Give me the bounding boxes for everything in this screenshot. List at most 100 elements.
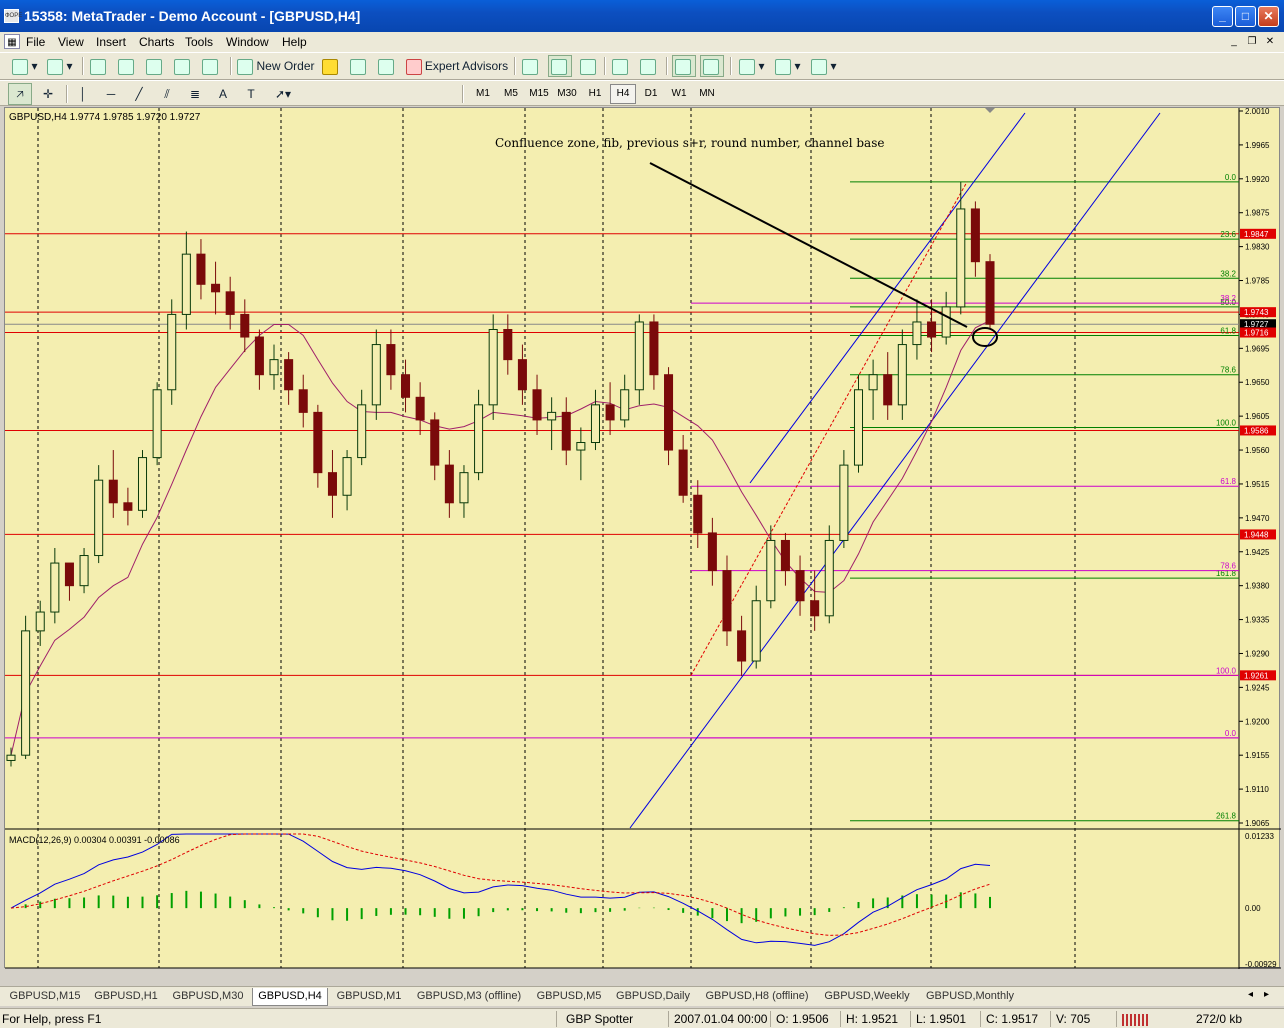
child-window-icon[interactable]: ▦ <box>4 34 20 49</box>
main-plot-area[interactable] <box>5 108 1239 828</box>
timeframe-d1-button[interactable]: D1 <box>638 84 664 104</box>
crosshair-button[interactable]: ✛ <box>36 83 60 105</box>
zoom-out-button[interactable] <box>638 55 660 77</box>
fibonacci-button[interactable]: ≣ <box>184 83 206 105</box>
price-tick-label: 1.9065 <box>1245 819 1270 828</box>
mdi-restore-icon[interactable]: ❐ <box>1244 34 1260 49</box>
menu-help[interactable]: Help <box>282 35 307 49</box>
candle-body <box>269 359 279 376</box>
chart-window[interactable]: 0.0 23.6 38.2 50.0 61.8 78.6 100.0 161.8 261.8 0.… <box>4 107 1281 969</box>
text-label-button[interactable]: T <box>240 83 262 105</box>
zoom-out-icon <box>639 58 656 75</box>
timeframe-m1-button[interactable]: M1 <box>470 84 496 104</box>
crosshair-move-icon <box>117 58 134 75</box>
title-bar[interactable]: ФОРЕ 15358: MetaTrader - Demo Account - … <box>0 0 1284 32</box>
tab-scroll-right-icon[interactable]: ▸ <box>1264 989 1269 1000</box>
chart-tab[interactable]: GBPUSD,Weekly <box>818 988 916 1006</box>
fib-label-green: 261.8 <box>1216 812 1237 821</box>
timeframe-w1-button[interactable]: W1 <box>666 84 692 104</box>
candle-body <box>824 539 834 617</box>
indicators-button[interactable]: ▾ <box>736 55 768 77</box>
timeframe-m15-button[interactable]: M15 <box>526 84 552 104</box>
status-divider <box>556 1011 557 1027</box>
line-chart-button[interactable] <box>578 55 600 77</box>
chart-tab[interactable]: GBPUSD,Monthly <box>918 988 1022 1006</box>
tester-button[interactable] <box>200 55 222 77</box>
cursor-button[interactable]: 🡥 <box>8 83 32 105</box>
auto-scroll-button[interactable] <box>672 55 696 77</box>
macd-plot-area[interactable] <box>5 830 1239 968</box>
menu-file[interactable]: File <box>26 35 45 49</box>
chart-tab[interactable]: GBPUSD,M1 <box>330 988 408 1006</box>
text-button[interactable]: A <box>212 83 234 105</box>
bar-chart-button[interactable] <box>520 55 542 77</box>
zoom-in-icon <box>611 58 628 75</box>
periods-button[interactable]: ▾ <box>772 55 804 77</box>
tab-scroll-left-icon[interactable]: ◂ <box>1248 989 1253 1000</box>
chart-tab[interactable]: GBPUSD,H1 <box>88 988 164 1006</box>
candle-body <box>970 208 980 263</box>
history-button[interactable] <box>348 55 370 77</box>
price-label-text: 1.9847 <box>1244 230 1269 239</box>
chart-tab[interactable]: GBPUSD,H4 <box>252 988 328 1006</box>
vertical-line-button[interactable]: │ <box>72 83 94 105</box>
price-tick-label: 1.9245 <box>1245 683 1270 692</box>
metatrader-window: ФОРЕ 15358: MetaTrader - Demo Account - … <box>0 0 1284 1028</box>
candle-body <box>722 570 732 632</box>
timeframe-mn-button[interactable]: MN <box>694 84 720 104</box>
timeframe-h1-button[interactable]: H1 <box>582 84 608 104</box>
arrows-button[interactable]: ➚▾ <box>268 83 298 105</box>
status-close: C: 1.9517 <box>986 1012 1039 1026</box>
candle-body <box>810 600 820 617</box>
macd-tick-label: -0.00929 <box>1245 960 1277 969</box>
new-chart-button[interactable]: ▾ <box>8 55 42 77</box>
horizontal-line-button[interactable]: ─ <box>100 83 122 105</box>
price-chart[interactable]: 0.023.638.250.061.878.6100.0161.8261.80.… <box>5 108 1281 969</box>
candle-body <box>590 404 600 444</box>
alerts-button[interactable] <box>320 55 342 77</box>
minimize-button[interactable]: _ <box>1212 6 1233 27</box>
terminal-button[interactable] <box>172 55 194 77</box>
zoom-in-button[interactable] <box>610 55 632 77</box>
chart-tab[interactable]: GBPUSD,Daily <box>610 988 696 1006</box>
menu-charts[interactable]: Charts <box>139 35 174 49</box>
chart-shift-icon <box>702 58 719 75</box>
candlestick-button[interactable] <box>548 55 572 77</box>
market-watch-button[interactable] <box>88 55 110 77</box>
close-button[interactable]: ✕ <box>1258 6 1279 27</box>
chart-tab[interactable]: GBPUSD,M5 <box>530 988 608 1006</box>
chart-tab[interactable]: GBPUSD,H8 (offline) <box>698 988 816 1006</box>
users-button[interactable] <box>376 55 398 77</box>
favorites-button[interactable] <box>144 55 166 77</box>
window-title: 15358: MetaTrader - Demo Account - [GBPU… <box>24 8 361 24</box>
candle-body <box>547 411 557 421</box>
expert-advisors-button[interactable]: Expert Advisors <box>404 55 510 77</box>
status-datetime: 2007.01.04 00:00 <box>674 1012 768 1026</box>
trendline-button[interactable]: ╱ <box>128 83 150 105</box>
status-low: L: 1.9501 <box>916 1012 967 1026</box>
equidistant-channel-button[interactable]: ⫽ <box>156 83 178 105</box>
toolbar-separator <box>514 57 516 75</box>
mdi-close-icon[interactable]: ✕ <box>1262 34 1278 49</box>
menu-window[interactable]: Window <box>226 35 269 49</box>
maximize-button[interactable]: □ <box>1235 6 1256 27</box>
price-tick-label: 1.9470 <box>1245 514 1270 523</box>
new-order-button[interactable]: New Order <box>236 55 316 77</box>
templates-button[interactable]: ▾ <box>808 55 840 77</box>
status-volume: V: 705 <box>1056 1012 1091 1026</box>
chart-tab[interactable]: GBPUSD,M30 <box>166 988 250 1006</box>
chart-tab[interactable]: GBPUSD,M15 <box>4 988 86 1006</box>
menu-tools[interactable]: Tools <box>185 35 213 49</box>
chart-tab[interactable]: GBPUSD,M3 (offline) <box>410 988 528 1006</box>
menu-view[interactable]: View <box>58 35 84 49</box>
timeframe-m5-button[interactable]: M5 <box>498 84 524 104</box>
mdi-minimize-icon[interactable]: _ <box>1226 34 1242 49</box>
profiles-button[interactable]: ▾ <box>44 55 76 77</box>
menu-insert[interactable]: Insert <box>96 35 126 49</box>
chart-annotation[interactable]: Confluence zone, fib, previous s+r, roun… <box>495 136 884 150</box>
timeframe-m30-button[interactable]: M30 <box>554 84 580 104</box>
timeframe-h4-button[interactable]: H4 <box>610 84 636 104</box>
chart-shift-button[interactable] <box>700 55 724 77</box>
navigator-button[interactable] <box>116 55 138 77</box>
fib-label-magenta: 38.2 <box>1220 294 1236 303</box>
